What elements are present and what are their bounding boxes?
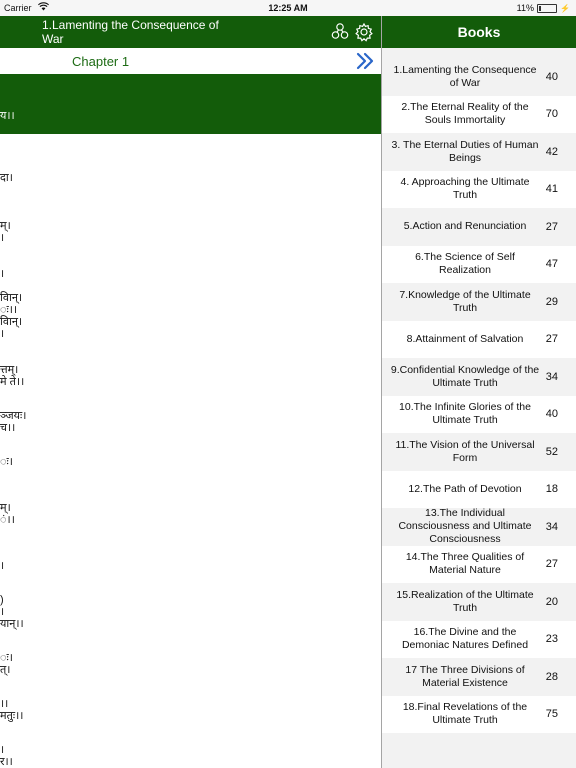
charging-bolt-icon: ⚡ (560, 3, 570, 13)
verse-line: । (0, 232, 5, 244)
book-name: 2.The Eternal Reality of the Souls Immor… (401, 101, 529, 127)
share-icon[interactable] (330, 22, 350, 42)
battery-icon (537, 3, 558, 13)
reading-panel: 1.Lamenting the Consequence of War Chapt… (0, 16, 381, 768)
verse-line: त्। (0, 664, 11, 676)
battery-indicator: 11% ⚡ (517, 3, 570, 13)
double-chevron-right-icon[interactable] (355, 51, 375, 71)
book-name: 3. The Eternal Duties of Human Beings (391, 138, 539, 164)
book-name: 7.Knowledge of the Ultimate Truth (399, 288, 531, 314)
book-name: 12.The Path of Devotion (408, 482, 522, 495)
book-row-4[interactable]: 4. Approaching the Ultimate Truth 41 (382, 170, 576, 208)
book-row-15[interactable]: 15.Realization of the Ultimate Truth 20 (382, 583, 576, 621)
book-row-11[interactable]: 11.The Vision of the Universal Form 52 (382, 433, 576, 471)
book-row-12[interactable]: 12.The Path of Devotion 18 (382, 470, 576, 508)
book-name: 10.The Infinite Glories of the Ultimate … (399, 401, 531, 427)
verse-count: 34 (545, 370, 558, 383)
verse-line: र।। (0, 756, 13, 768)
verse-count: 40 (545, 70, 558, 83)
chapter-label: Chapter 1 (72, 54, 130, 69)
chapter-heading: 1.Lamenting the Consequence of War (42, 18, 219, 46)
verse-count: 75 (545, 708, 558, 721)
book-row-1[interactable]: 1.Lamenting the Consequence of War 40 (382, 58, 576, 96)
verse-count: 34 (545, 520, 558, 533)
verse-count: 29 (545, 295, 558, 308)
verse-count: 27 (545, 333, 558, 346)
book-name: 4. Approaching the Ultimate Truth (400, 176, 530, 202)
verse-line: । (0, 268, 5, 280)
verse-count: 70 (545, 108, 558, 121)
book-name: 11.The Vision of the Universal Form (395, 438, 535, 464)
verse-line: ः। (0, 652, 13, 664)
verse-line: । (0, 328, 5, 340)
book-row-2[interactable]: 2.The Eternal Reality of the Souls Immor… (382, 95, 576, 133)
books-panel: Books 1.Lamenting the Consequence of War… (382, 16, 576, 768)
verse-line: म्। (0, 502, 11, 514)
chapter-bar: Chapter 1 (0, 48, 381, 75)
verse-line: । (0, 744, 5, 756)
book-row-8[interactable]: 8.Attainment of Salvation 27 (382, 320, 576, 358)
verse-line: मे ते।। (0, 376, 25, 388)
books-list: 1.Lamenting the Consequence of War 40 2.T… (382, 58, 576, 733)
verse-banner: य।। (0, 74, 381, 134)
verse-line: म्। (0, 220, 11, 232)
verse-line: त्तम्। (0, 364, 19, 376)
book-name: 15.Realization of the Ultimate Truth (396, 588, 534, 614)
verse-count: 18 (545, 483, 558, 496)
book-name: 8.Attainment of Salvation (406, 332, 524, 345)
verse-count: 23 (545, 633, 558, 646)
battery-percent: 11% (516, 3, 535, 13)
verse-line: यान्।। (0, 618, 24, 630)
verse-count: 42 (545, 145, 558, 158)
verse-line: मतुः।। (0, 710, 24, 722)
verse-count: 41 (545, 183, 558, 196)
book-row-13[interactable]: 13.The Individual Consciousness and Ulti… (382, 507, 576, 546)
verse-count: 52 (545, 445, 558, 458)
gear-icon[interactable] (354, 22, 374, 42)
verse-line: ं।। (0, 514, 15, 526)
book-row-9[interactable]: 9.Confidential Knowledge of the Ultimate… (382, 358, 576, 396)
verse-line: ) (0, 594, 4, 606)
verse-line: ः।। (0, 304, 18, 316)
book-name: 5.Action and Renunciation (403, 220, 527, 233)
book-name: 17 The Three Divisions of Material Exist… (405, 663, 525, 689)
verse-line: । (0, 606, 5, 618)
verse-line: विान्। (0, 292, 23, 304)
reading-header: 1.Lamenting the Consequence of War (0, 16, 381, 48)
book-row-18[interactable]: 18.Final Revelations of the Ultimate Tru… (382, 695, 576, 733)
book-name: 16.The Divine and the Demoniac Natures D… (401, 626, 529, 652)
status-bar: Carrier 12:25 AM 11% ⚡ (0, 0, 576, 16)
verse-count: 27 (545, 220, 558, 233)
banner-text: य।। (0, 110, 15, 122)
verse-line: ः। (0, 456, 13, 468)
book-name: 6.The Science of Self Realization (415, 251, 515, 277)
book-name: 9.Confidential Knowledge of the Ultimate… (390, 363, 540, 389)
verse-line: ।। (0, 698, 9, 710)
book-row-3[interactable]: 3. The Eternal Duties of Human Beings 42 (382, 133, 576, 171)
book-name: 1.Lamenting the Consequence of War (393, 63, 537, 89)
book-name: 18.Final Revelations of the Ultimate Tru… (402, 701, 528, 727)
verse-count: 40 (545, 408, 558, 421)
book-row-6[interactable]: 6.The Science of Self Realization 47 (382, 245, 576, 283)
verse-line: ञ्जयः। (0, 410, 27, 422)
verse-line: विान्। (0, 316, 23, 328)
book-row-16[interactable]: 16.The Divine and the Demoniac Natures D… (382, 620, 576, 658)
book-row-17[interactable]: 17 The Three Divisions of Material Exist… (382, 658, 576, 696)
verse-count: 27 (545, 558, 558, 571)
book-row-10[interactable]: 10.The Infinite Glories of the Ultimate … (382, 395, 576, 433)
verse-count: 20 (545, 595, 558, 608)
verse-line: । (0, 560, 5, 572)
books-title: Books (382, 16, 576, 48)
book-row-7[interactable]: 7.Knowledge of the Ultimate Truth 29 (382, 283, 576, 321)
verse-count: 47 (545, 258, 558, 271)
verse-line: च।। (0, 422, 16, 434)
verse-line: दा। (0, 172, 13, 184)
clock: 12:25 AM (268, 3, 308, 13)
book-name: 13.The Individual Consciousness and Ulti… (398, 507, 532, 546)
book-name: 14.The Three Qualities of Material Natur… (405, 551, 525, 577)
book-row-14[interactable]: 14.The Three Qualities of Material Natur… (382, 545, 576, 583)
book-row-5[interactable]: 5.Action and Renunciation 27 (382, 208, 576, 246)
verse-count: 28 (545, 670, 558, 683)
